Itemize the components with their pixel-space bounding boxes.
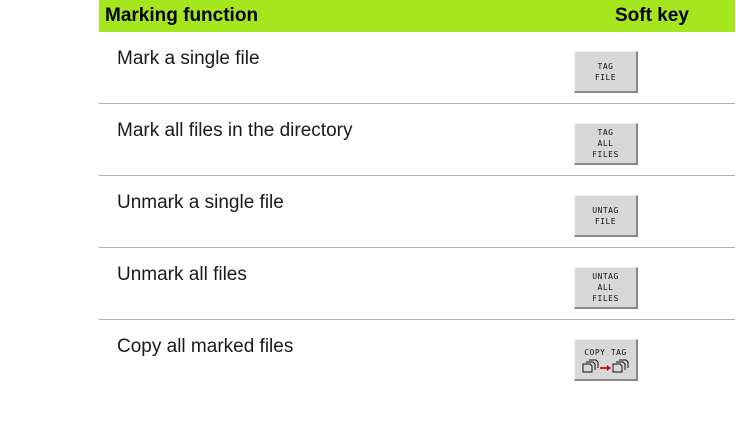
- table-row: Mark all files in the directory TAG ALL …: [99, 104, 735, 176]
- softkey-text: FILES: [592, 150, 619, 159]
- tag-file-softkey[interactable]: TAG FILE: [574, 51, 638, 93]
- row-label: Unmark a single file: [117, 192, 284, 213]
- softkey-text: ALL: [597, 139, 614, 148]
- table-row: Unmark a single file UNTAG FILE: [99, 176, 735, 248]
- softkey-text: FILES: [592, 294, 619, 303]
- softkey-text: ALL: [597, 283, 614, 292]
- table-header: Marking function Soft key: [99, 0, 735, 32]
- softkey-text: FILE: [594, 216, 617, 226]
- copy-files-icon: [582, 359, 628, 372]
- table-row: Unmark all files UNTAG ALL FILES: [99, 248, 735, 320]
- tag-all-files-softkey[interactable]: TAG ALL FILES: [574, 123, 638, 165]
- softkey-text: TAG: [597, 128, 614, 137]
- softkey-text: UNTAG: [592, 272, 619, 281]
- untag-all-files-softkey[interactable]: UNTAG ALL FILES: [574, 267, 638, 309]
- row-label: Mark a single file: [117, 48, 260, 69]
- header-soft-key: Soft key: [615, 5, 689, 26]
- table-row: Mark a single file TAG FILE: [99, 32, 735, 104]
- row-label: Unmark all files: [117, 264, 247, 285]
- marking-functions-table: Marking function Soft key Mark a single …: [99, 0, 735, 392]
- row-label: Mark all files in the directory: [117, 120, 353, 141]
- softkey-text: UNTAG: [592, 205, 619, 215]
- softkey-text: COPY TAG: [584, 347, 627, 357]
- softkey-text: TAG: [597, 61, 614, 71]
- copy-tag-softkey[interactable]: COPY TAG: [574, 339, 638, 381]
- row-label: Copy all marked files: [117, 336, 294, 357]
- table-row: Copy all marked files COPY TAG: [99, 320, 735, 392]
- softkey-text: FILE: [594, 72, 617, 82]
- untag-file-softkey[interactable]: UNTAG FILE: [574, 195, 638, 237]
- header-marking-function: Marking function: [105, 5, 259, 26]
